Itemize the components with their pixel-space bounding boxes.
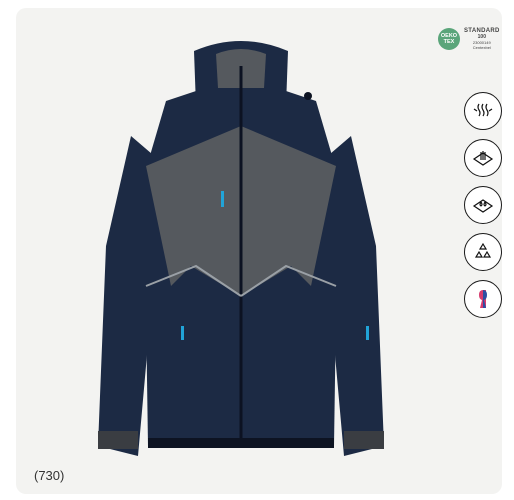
review-count: (730) bbox=[34, 468, 65, 483]
womens-fit-icon bbox=[464, 280, 502, 318]
oeko-tex-badge: OEKO TEX STANDARD 100 23000149 Centexbel bbox=[438, 28, 500, 50]
oeko-tex-logo: OEKO TEX bbox=[438, 28, 460, 50]
oeko-tested: Centexbel bbox=[472, 45, 491, 50]
water-repellent-icon bbox=[464, 186, 502, 224]
jacket-image bbox=[98, 41, 384, 456]
product-card[interactable]: OEKO TEX STANDARD 100 23000149 Centexbel… bbox=[16, 8, 502, 494]
recycled-icon bbox=[464, 233, 502, 271]
waterproof-membrane-icon bbox=[464, 139, 502, 177]
breathable-icon bbox=[464, 92, 502, 130]
feature-icons bbox=[464, 92, 502, 318]
